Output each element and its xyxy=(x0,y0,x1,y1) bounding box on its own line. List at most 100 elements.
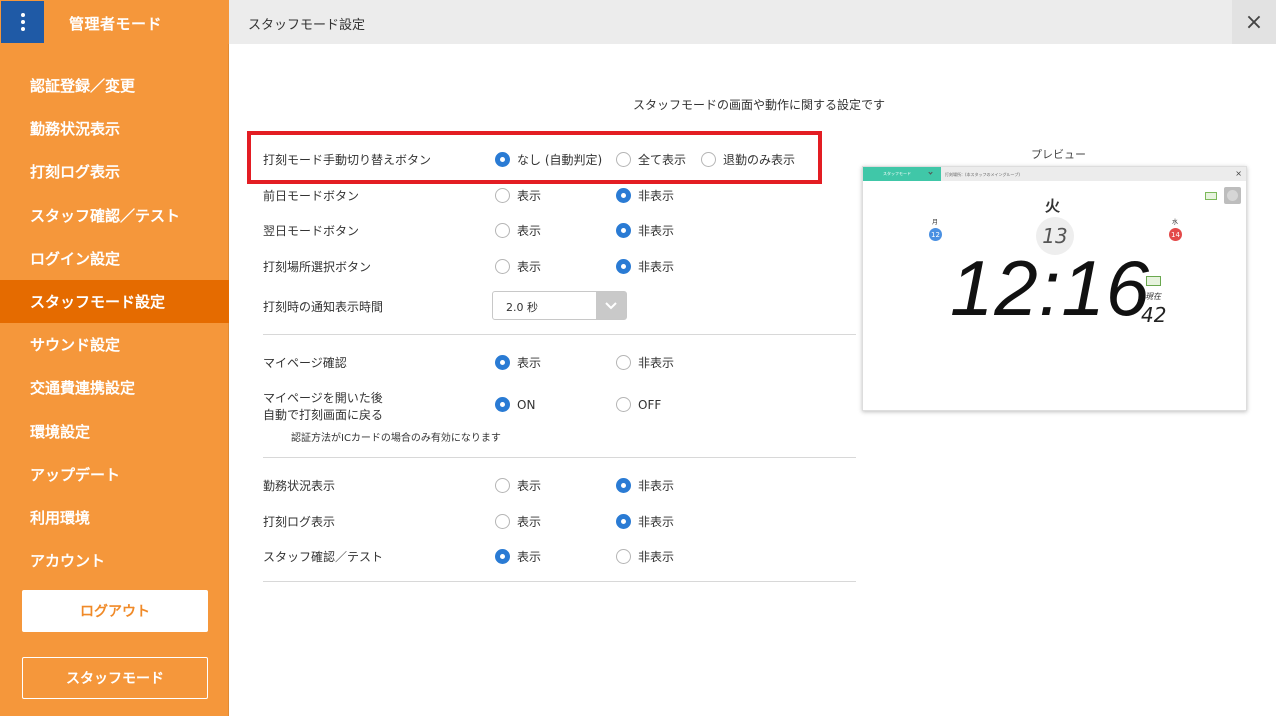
sidebar-item-transport[interactable]: 交通費連携設定 xyxy=(0,366,229,409)
option-label: 非表示 xyxy=(638,224,675,238)
sidebar-item-label: 利用環境 xyxy=(30,508,91,527)
card-icon xyxy=(1205,192,1217,200)
preview-panel: スタッフモード 打刻場所：(本スタッフのメイングループ) × 火 13 月 12… xyxy=(862,166,1247,411)
radio-selected-icon xyxy=(495,549,510,564)
setting-manual-switch: 打刻モード手動切り替えボタン なし (自動判定) 全て表示 退勤のみ表示 xyxy=(263,147,823,171)
page-title: スタッフモード設定 xyxy=(248,18,366,33)
radio-option-show[interactable]: 表示 xyxy=(495,187,541,204)
option-label: 表示 xyxy=(517,550,542,564)
setting-label: マイページ確認 xyxy=(263,356,347,370)
sidebar-item-staff-mode[interactable]: スタッフモード設定 xyxy=(0,279,229,324)
radio-selected-icon xyxy=(616,478,631,493)
radio-icon xyxy=(495,259,510,274)
sidebar-item-label: スタッフ確認／テスト xyxy=(30,206,181,225)
option-label: 表示 xyxy=(517,356,542,370)
sidebar-item-label: スタッフモード設定 xyxy=(30,293,166,312)
sidebar-item-update[interactable]: アップデート xyxy=(0,453,229,496)
radio-selected-icon xyxy=(495,152,510,167)
setting-label-line1: マイページを開いた後 xyxy=(263,391,383,405)
setting-work-status: 勤務状況表示 表示 非表示 xyxy=(263,473,823,497)
option-label: 非表示 xyxy=(638,550,675,564)
radio-option-hide[interactable]: 非表示 xyxy=(616,258,674,275)
preview-now-label: 現在 xyxy=(1145,292,1161,301)
option-label: 非表示 xyxy=(638,356,675,370)
radio-option-hide[interactable]: 非表示 xyxy=(616,222,674,239)
sidebar-nav: 認証登録／変更 勤務状況表示 打刻ログ表示 スタッフ確認／テスト ログイン設定 … xyxy=(0,64,229,582)
radio-option-hide[interactable]: 非表示 xyxy=(616,548,674,565)
setting-label: 打刻モード手動切り替えボタン xyxy=(263,153,432,167)
radio-selected-icon xyxy=(616,259,631,274)
close-icon: × xyxy=(1244,9,1264,35)
sidebar-item-account[interactable]: アカウント xyxy=(0,539,229,582)
radio-option-hide[interactable]: 非表示 xyxy=(616,187,674,204)
sidebar-item-punch-log[interactable]: 打刻ログ表示 xyxy=(0,150,229,193)
card-icon xyxy=(1146,276,1161,286)
radio-option-off[interactable]: OFF xyxy=(616,397,661,412)
preview-seconds: 42 xyxy=(1141,303,1167,327)
option-label: 非表示 xyxy=(638,515,675,529)
sidebar-item-usage[interactable]: 利用環境 xyxy=(0,496,229,539)
logout-button[interactable]: ログアウト xyxy=(22,590,208,632)
radio-option-auto[interactable]: なし (自動判定) xyxy=(495,151,602,168)
setting-label: 翌日モードボタン xyxy=(263,224,360,238)
sidebar-item-staff-check[interactable]: スタッフ確認／テスト xyxy=(0,194,229,237)
sidebar-item-label: 交通費連携設定 xyxy=(30,379,136,398)
sidebar-item-work-status[interactable]: 勤務状況表示 xyxy=(0,107,229,150)
option-label: 全て表示 xyxy=(638,153,687,167)
radio-option-show[interactable]: 表示 xyxy=(495,258,541,275)
divider xyxy=(263,581,856,582)
chevron-down-icon xyxy=(596,292,626,319)
radio-option-hide[interactable]: 非表示 xyxy=(616,354,674,371)
select-value: 2.0 秒 xyxy=(506,301,538,314)
radio-option-leave-only[interactable]: 退勤のみ表示 xyxy=(701,151,795,168)
radio-icon xyxy=(616,355,631,370)
camera-icon xyxy=(1224,187,1241,204)
preview-weekday: 火 xyxy=(1045,197,1061,215)
divider xyxy=(263,334,856,335)
option-label: 表示 xyxy=(517,224,542,238)
menu-button[interactable] xyxy=(1,1,44,43)
close-button[interactable]: × xyxy=(1232,0,1276,44)
radio-option-show[interactable]: 表示 xyxy=(495,222,541,239)
setting-label: 打刻ログ表示 xyxy=(263,515,336,529)
setting-label: 打刻時の通知表示時間 xyxy=(263,300,384,314)
setting-label: 勤務状況表示 xyxy=(263,479,336,493)
sidebar-item-environment[interactable]: 環境設定 xyxy=(0,410,229,453)
radio-icon xyxy=(495,478,510,493)
radio-option-hide[interactable]: 非表示 xyxy=(616,513,674,530)
radio-selected-icon xyxy=(495,397,510,412)
close-icon: × xyxy=(1235,169,1242,178)
option-label: 退勤のみ表示 xyxy=(723,153,796,167)
option-label: 表示 xyxy=(517,515,542,529)
notify-time-select[interactable]: 2.0 秒 xyxy=(492,291,627,320)
radio-option-show[interactable]: 表示 xyxy=(495,513,541,530)
radio-option-hide[interactable]: 非表示 xyxy=(616,477,674,494)
preview-next-weekday: 水 xyxy=(1172,219,1179,226)
sidebar-item-auth[interactable]: 認証登録／変更 xyxy=(0,64,229,107)
staff-mode-button[interactable]: スタッフモード xyxy=(22,657,208,699)
sidebar-item-label: アップデート xyxy=(30,465,121,484)
radio-option-show[interactable]: 表示 xyxy=(495,548,541,565)
radio-icon xyxy=(495,223,510,238)
setting-label: 前日モードボタン xyxy=(263,189,360,203)
sidebar-item-label: 勤務状況表示 xyxy=(30,120,121,139)
option-label: 非表示 xyxy=(638,479,675,493)
option-label: 表示 xyxy=(517,189,542,203)
radio-option-show[interactable]: 表示 xyxy=(495,354,541,371)
setting-prev-day: 前日モードボタン 表示 非表示 xyxy=(263,183,823,207)
option-label: 表示 xyxy=(517,260,542,274)
setting-mypage: マイページ確認 表示 非表示 xyxy=(263,350,823,374)
preview-topbar: スタッフモード 打刻場所：(本スタッフのメイングループ) × xyxy=(863,167,1246,181)
sidebar-item-label: 打刻ログ表示 xyxy=(30,163,121,182)
preview-prev-weekday: 月 xyxy=(932,219,939,226)
sidebar-item-login[interactable]: ログイン設定 xyxy=(0,237,229,280)
radio-option-all[interactable]: 全て表示 xyxy=(616,151,686,168)
divider xyxy=(263,457,856,458)
radio-option-on[interactable]: ON xyxy=(495,397,535,412)
radio-selected-icon xyxy=(616,223,631,238)
sidebar-item-sound[interactable]: サウンド設定 xyxy=(0,323,229,366)
kebab-menu-icon xyxy=(20,13,25,31)
radio-option-show[interactable]: 表示 xyxy=(495,477,541,494)
setting-notify-time: 打刻時の通知表示時間 xyxy=(263,294,483,318)
radio-icon xyxy=(616,549,631,564)
